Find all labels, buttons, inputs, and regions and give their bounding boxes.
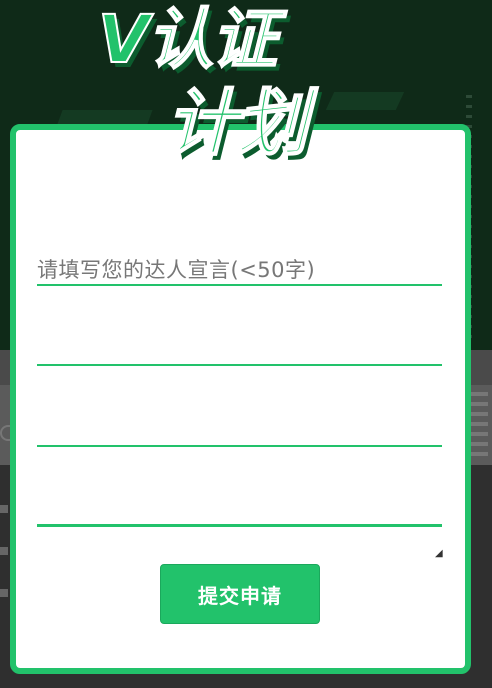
textarea-line — [37, 445, 442, 447]
v-certification-title: V认证 V认证 计划 计划 — [96, 0, 396, 180]
textarea-line — [37, 364, 442, 366]
background-glyph — [0, 425, 10, 441]
declaration-textarea[interactable]: 请填写您的达人宣言(<50字) — [37, 254, 315, 284]
background-text-fragments — [0, 505, 8, 605]
title-line1: V认证 — [97, 1, 278, 78]
submit-application-button[interactable]: 提交申请 — [160, 564, 320, 624]
title-line2: 计划 — [165, 81, 309, 165]
background-menu-icon — [470, 392, 488, 456]
textarea-line — [37, 524, 442, 527]
textarea-line — [37, 284, 442, 286]
resize-handle-icon[interactable]: ◢ — [435, 548, 443, 559]
